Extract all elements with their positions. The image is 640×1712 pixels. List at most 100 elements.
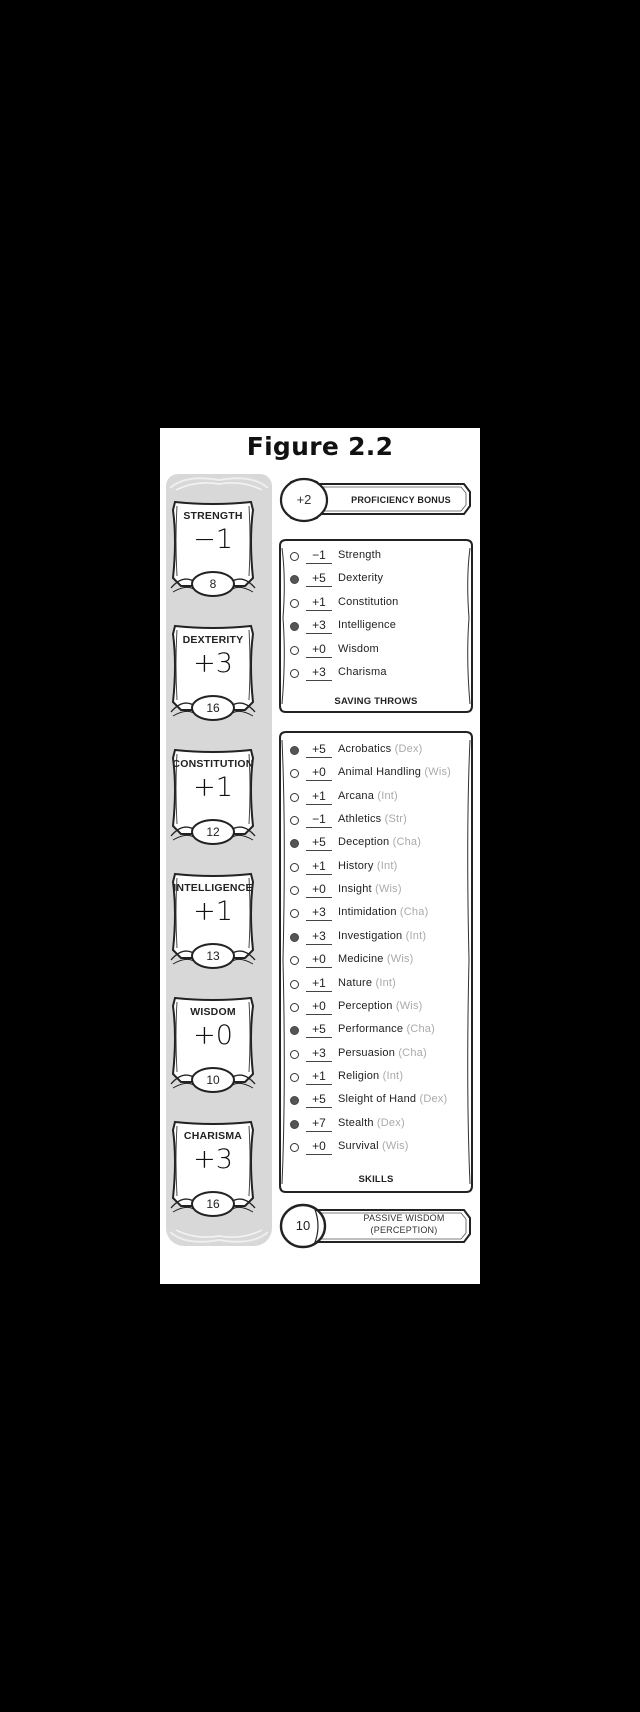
proficiency-dot-filled-icon — [290, 746, 299, 755]
proficiency-dot-empty-icon — [290, 1072, 299, 1082]
proficiency-dot-empty-icon — [290, 769, 299, 779]
proficiency-dot-filled-icon — [290, 575, 299, 585]
saving-throw-name: Intelligence — [338, 619, 397, 632]
skill-name: Nature — [338, 976, 373, 989]
skill-row-history: +1 History (Int) — [290, 859, 470, 877]
saving-throw-bonus: +5 — [306, 571, 332, 588]
skill-row-performance: +5 Performance (Cha) — [290, 1022, 470, 1040]
skill-ability-abbr: (Str) — [384, 813, 408, 826]
skill-label: Medicine (Wis) — [338, 953, 414, 965]
skill-row-sleight-of-hand: +5 Sleight of Hand (Dex) — [290, 1092, 470, 1110]
ability-name: CONSTITUTION — [172, 758, 254, 770]
saving-throw-bonus: +3 — [306, 618, 332, 635]
character-sheet-figure: Figure 2.2 STRENGTH −1 8 DEXTERITY +3 16 CONST… — [160, 428, 480, 1284]
skill-label: Investigation (Int) — [338, 930, 426, 942]
saving-throw-bonus: −1 — [306, 548, 332, 564]
skill-ability-abbr: (Cha) — [392, 836, 422, 849]
ability-box-dexterity: DEXTERITY +3 16 — [169, 624, 257, 722]
skill-ability-abbr: (Wis) — [424, 766, 452, 779]
skill-name: Investigation — [338, 929, 403, 942]
skill-bonus: +0 — [306, 765, 332, 782]
proficiency-dot-empty-icon — [290, 552, 299, 561]
skill-row-nature: +1 Nature (Int) — [290, 976, 470, 994]
proficiency-bonus-value: +2 — [296, 492, 312, 507]
skill-ability-abbr: (Dex) — [419, 1093, 448, 1106]
saving-throws-panel: −1 Strength +5 Dexterity +1 Constitution +3 Int… — [278, 538, 474, 714]
skill-bonus: +1 — [306, 1069, 332, 1085]
ability-modifier: +1 — [193, 772, 233, 803]
skill-label: Athletics (Str) — [338, 813, 407, 825]
skill-label: Stealth (Dex) — [338, 1117, 405, 1129]
skill-row-perception: +0 Perception (Wis) — [290, 999, 470, 1017]
saving-throw-name: Dexterity — [338, 572, 384, 585]
skill-bonus: −1 — [306, 812, 332, 829]
proficiency-dot-empty-icon — [290, 1002, 299, 1012]
saving-throw-label: Intelligence — [338, 619, 396, 631]
proficiency-dot-filled-icon — [290, 622, 299, 632]
proficiency-dot-filled-icon — [290, 932, 299, 942]
saving-throw-row-wisdom: +0 Wisdom — [290, 642, 470, 660]
skill-bonus: +3 — [306, 929, 332, 945]
skill-ability-abbr: (Dex) — [394, 743, 423, 755]
proficiency-dot-empty-icon — [290, 862, 299, 872]
skill-name: Survival — [338, 1139, 379, 1152]
skill-label: Performance (Cha) — [338, 1023, 435, 1035]
skill-bonus: +1 — [306, 976, 332, 992]
saving-throw-label: Constitution — [338, 596, 399, 608]
skill-name: Acrobatics — [338, 743, 392, 755]
skill-row-investigation: +3 Investigation (Int) — [290, 929, 470, 947]
skill-row-deception: +5 Deception (Cha) — [290, 835, 470, 853]
ability-box-constitution: CONSTITUTION +1 12 — [169, 748, 257, 846]
proficiency-dot-filled-icon — [290, 1026, 299, 1036]
skill-row-acrobatics: +5 Acrobatics (Dex) — [290, 742, 470, 760]
ability-modifier: +3 — [193, 1144, 233, 1175]
skill-ability-abbr: (Int) — [376, 859, 398, 872]
skill-ability-abbr: (Wis) — [375, 883, 402, 896]
skill-name: Performance — [338, 1023, 404, 1036]
ability-score: 10 — [206, 1073, 220, 1087]
proficiency-dot-empty-icon — [290, 645, 299, 655]
skill-ability-abbr: (Dex) — [376, 1116, 405, 1129]
ability-box-charisma: CHARISMA +3 16 — [169, 1120, 257, 1218]
skill-name: Sleight of Hand — [338, 1093, 417, 1106]
skill-name: Arcana — [338, 789, 375, 802]
ability-score: 16 — [206, 1197, 220, 1211]
proficiency-dot-filled-icon — [290, 839, 299, 849]
skill-label: Persuasion (Cha) — [338, 1047, 427, 1059]
saving-throw-name: Constitution — [338, 595, 399, 608]
skill-bonus: +5 — [306, 742, 332, 758]
skill-row-intimidation: +3 Intimidation (Cha) — [290, 905, 470, 923]
ability-name: STRENGTH — [183, 510, 243, 522]
saving-throw-row-constitution: +1 Constitution — [290, 595, 470, 613]
proficiency-dot-empty-icon — [290, 979, 299, 989]
skills-panel: +5 Acrobatics (Dex) +0 Animal Handling (Wis… — [278, 730, 474, 1194]
ability-modifier: +0 — [193, 1020, 233, 1051]
proficiency-dot-empty-icon — [290, 669, 299, 678]
ability-score: 12 — [206, 825, 220, 839]
saving-throw-row-dexterity: +5 Dexterity — [290, 571, 470, 589]
ability-score: 16 — [206, 701, 220, 715]
saving-throw-label: Charisma — [338, 666, 387, 678]
skill-row-athletics: −1 Athletics (Str) — [290, 812, 470, 830]
skill-name: Religion — [338, 1069, 380, 1082]
skill-name: Perception — [338, 999, 393, 1012]
skills-caption: SKILLS — [358, 1174, 394, 1185]
ability-name: CHARISMA — [183, 1130, 243, 1142]
skill-ability-abbr: (Wis) — [395, 999, 423, 1012]
figure-title: Figure 2.2 — [246, 432, 394, 461]
saving-throw-bonus: +1 — [306, 595, 332, 611]
skill-name: Animal Handling — [338, 766, 422, 779]
skill-ability-abbr: (Cha) — [399, 906, 429, 919]
proficiency-dot-empty-icon — [290, 816, 299, 826]
proficiency-dot-empty-icon — [290, 956, 299, 966]
skill-row-persuasion: +3 Persuasion (Cha) — [290, 1046, 470, 1064]
ability-box-strength: STRENGTH −1 8 — [169, 500, 257, 598]
proficiency-bonus-label: PROFICIENCY BONUS — [351, 495, 451, 505]
skill-ability-abbr: (Cha) — [406, 1023, 435, 1036]
proficiency-dot-filled-icon — [290, 1096, 299, 1106]
ability-name: INTELLIGENCE — [173, 882, 253, 894]
proficiency-dot-empty-icon — [290, 792, 299, 802]
ability-box-wisdom: WISDOM +0 10 — [169, 996, 257, 1094]
skill-bonus: +0 — [306, 1139, 332, 1155]
skill-label: Acrobatics (Dex) — [338, 743, 423, 755]
